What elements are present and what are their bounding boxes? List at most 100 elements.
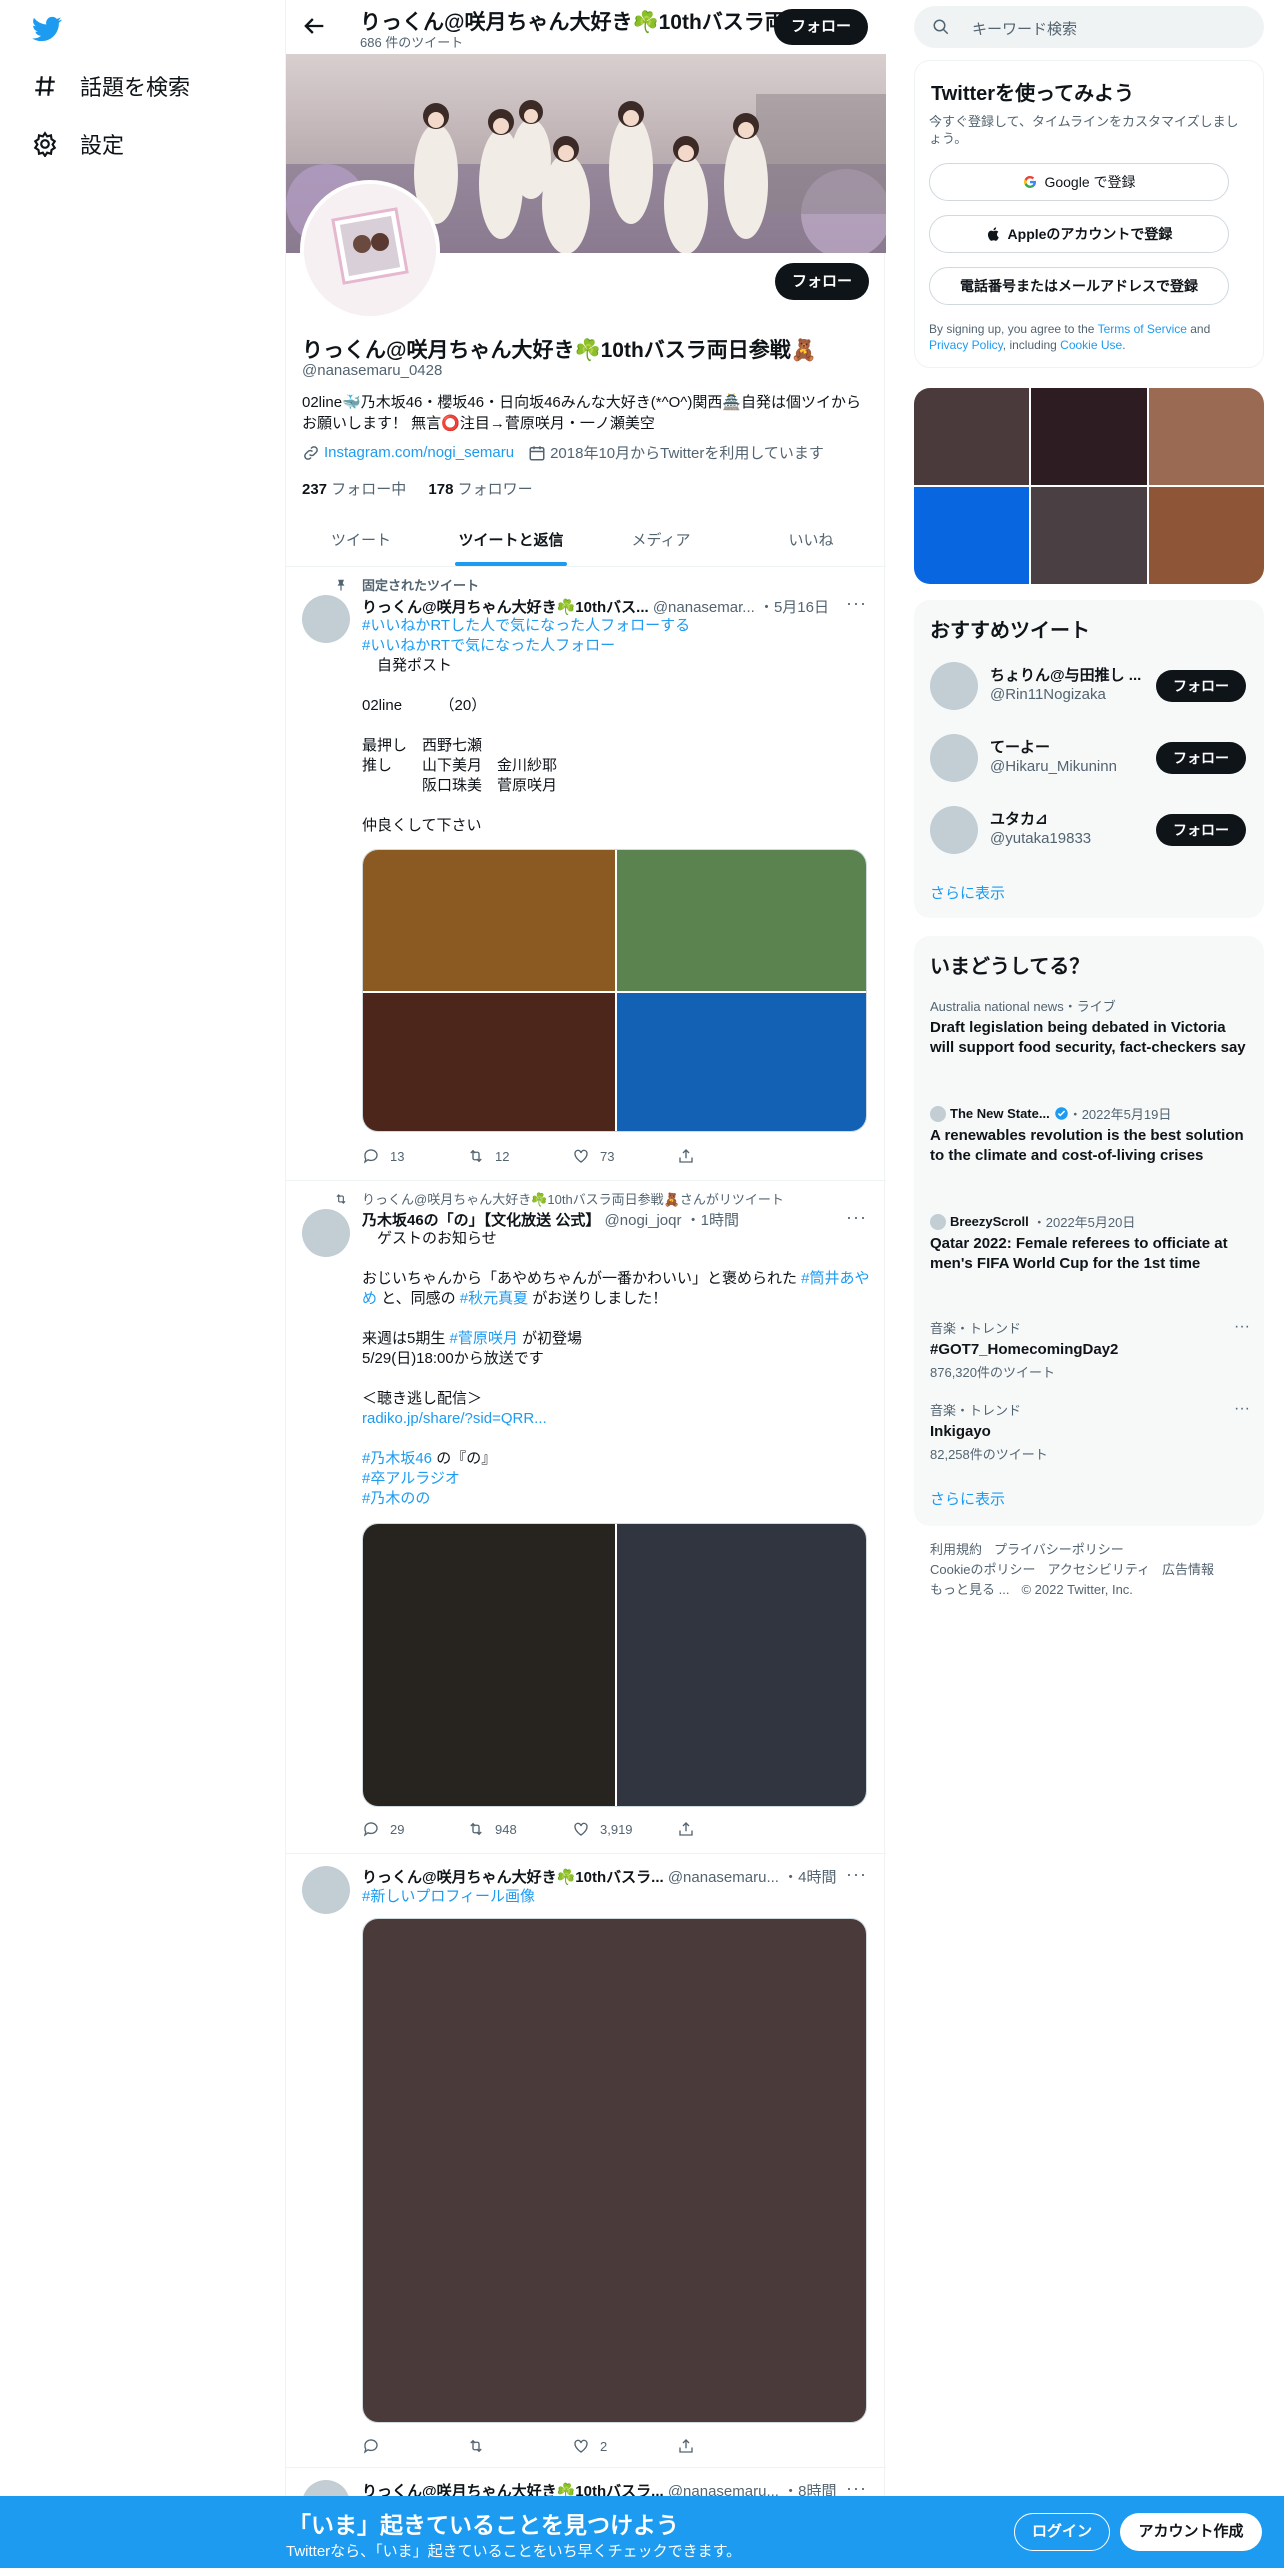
recommended-user[interactable]: ユタカ⊿ @yutaka19833 フォロー [930,802,1250,858]
like-button[interactable]: 2 [572,2437,677,2455]
google-signup-button[interactable]: Google で登録 [929,163,1229,201]
retweet-context-label[interactable]: りっくん@咲月ちゃん大好き☘️10thバスラ両日参戦🧸さんがリツイート [362,1189,784,1208]
more-options-icon[interactable]: ··· [846,1207,867,1228]
retweet-button[interactable] [467,2437,572,2455]
following-link[interactable]: 237 フォロー中 [302,481,406,498]
tweet-author-name[interactable]: 乃木坂46の「の」【文化放送 公式】 [362,1212,600,1229]
tweet-media[interactable] [362,1918,867,2423]
trend-item[interactable]: The New State... ・2022年5月19日 A renewables… [930,1104,1250,1166]
share-button[interactable] [677,2437,782,2455]
tweet-author-name[interactable]: りっくん@咲月ちゃん大好き☘️10thバスラ... [362,1869,664,1886]
tweet-profile-update[interactable]: りっくん@咲月ちゃん大好き☘️10thバスラ... @nanasemaru...… [286,1854,886,2468]
grid-photo[interactable] [1149,487,1264,584]
tweet-author-handle[interactable]: @nogi_joqr [605,1212,682,1229]
show-more-link[interactable]: さらに表示 [930,882,1005,903]
avatar[interactable] [930,734,978,782]
more-options-icon[interactable]: ··· [846,593,867,614]
tweet-media-grid[interactable] [362,1523,867,1807]
tweet-time[interactable]: ・4時間 [783,1869,836,1886]
tab-tweets-and-replies[interactable]: ツイートと返信 [436,514,586,566]
tweet-pinned[interactable]: 固定されたツイート りっくん@咲月ちゃん大好き☘️10thバス... @nana… [286,567,886,1181]
trend-item[interactable]: BreezyScroll ・2022年5月20日 Qatar 2022: Fema… [930,1212,1250,1274]
more-options-icon[interactable]: ··· [1234,1318,1250,1336]
tweet-media-grid[interactable] [362,849,867,1132]
share-button[interactable] [677,1147,782,1165]
tab-likes[interactable]: いいね [736,514,886,566]
media-image[interactable] [617,993,867,1132]
footer-accessibility[interactable]: アクセシビリティ [1047,1562,1150,1577]
grid-photo[interactable] [914,388,1029,485]
tweet-link[interactable]: radiko.jp/share/?sid=QRR... [362,1410,547,1427]
hashtag-link[interactable]: #乃木のの [362,1490,430,1507]
profile-follow-button[interactable]: フォロー [775,263,869,300]
like-button[interactable]: 3,919 [572,1820,677,1838]
tweet-retweeted[interactable]: りっくん@咲月ちゃん大好き☘️10thバスラ両日参戦🧸さんがリツイート 乃木坂4… [286,1181,886,1854]
nav-settings[interactable]: 設定 [32,128,124,160]
media-image[interactable] [363,850,615,991]
recommended-user[interactable]: ちょりん@与田推し ... @Rin11Nogizaka フォロー [930,658,1250,714]
back-arrow-icon[interactable] [300,12,328,40]
media-image[interactable] [617,850,867,991]
tweet-author-avatar[interactable] [302,1209,350,1257]
media-image[interactable] [363,1524,615,1807]
followers-link[interactable]: 178 フォロワー [428,481,532,498]
show-more-link[interactable]: さらに表示 [930,1488,1005,1509]
tab-tweets[interactable]: ツイート [286,514,436,566]
reply-button[interactable]: 29 [362,1820,467,1838]
grid-photo[interactable] [1031,388,1147,485]
cookie-link[interactable]: Cookie Use [1060,338,1122,352]
avatar[interactable] [930,806,978,854]
retweet-button[interactable]: 12 [467,1147,572,1165]
media-image[interactable] [617,1524,867,1807]
hashtag-link[interactable]: #秋元真夏 [460,1290,528,1307]
hashtag-link[interactable]: #いいねかRTした人で気になった人フォローする [362,617,690,634]
tweet-time[interactable]: ・1時間 [686,1212,739,1229]
nav-explore[interactable]: 話題を検索 [32,70,190,102]
reply-button[interactable] [362,2437,467,2455]
trend-item[interactable]: 音楽・トレンド Inkigayo 82,258件のツイート ··· [930,1400,1250,1463]
footer-terms[interactable]: 利用規約 [930,1542,982,1557]
grid-photo[interactable] [1149,388,1264,485]
twitter-logo-icon[interactable] [30,14,64,44]
recommended-user[interactable]: てーよー @Hikaru_Mikuninn フォロー [930,730,1250,786]
footer-privacy[interactable]: プライバシーポリシー [994,1542,1124,1557]
tweet-author-avatar[interactable] [302,1866,350,1914]
footer-ads[interactable]: 広告情報 [1162,1562,1214,1577]
footer-cookie[interactable]: Cookieのポリシー [930,1562,1035,1577]
apple-signup-button[interactable]: Appleのアカウントで登録 [929,215,1229,253]
like-button[interactable]: 73 [572,1147,677,1165]
hashtag-link[interactable]: #新しいプロフィール画像 [362,1888,535,1905]
grid-photo[interactable] [1031,487,1147,584]
follow-button[interactable]: フォロー [1156,814,1246,846]
hashtag-link[interactable]: #卒アルラジオ [362,1470,460,1487]
follow-button[interactable]: フォロー [1156,670,1246,702]
media-image[interactable] [363,993,615,1132]
signup-button[interactable]: アカウント作成 [1120,2513,1262,2551]
trend-item[interactable]: Australia national news・ライブ Draft legisl… [930,996,1250,1058]
phone-email-signup-button[interactable]: 電話番号またはメールアドレスで登録 [929,267,1229,305]
login-button[interactable]: ログイン [1014,2513,1110,2551]
tweet-author-name[interactable]: りっくん@咲月ちゃん大好き☘️10thバス... [362,599,649,616]
hashtag-link[interactable]: #菅原咲月 [450,1330,518,1347]
search-input[interactable]: キーワード検索 [914,6,1264,48]
footer-more[interactable]: もっと見る ... [930,1582,1009,1597]
reply-button[interactable]: 13 [362,1147,467,1165]
follow-button[interactable]: フォロー [1156,742,1246,774]
hashtag-link[interactable]: #乃木坂46 [362,1450,432,1467]
header-follow-button[interactable]: フォロー [774,9,868,45]
privacy-link[interactable]: Privacy Policy [929,338,1003,352]
hashtag-link[interactable]: #いいねかRTで気になった人フォロー [362,637,615,654]
terms-link[interactable]: Terms of Service [1098,322,1187,336]
tab-media[interactable]: メディア [586,514,736,566]
tweet-author-avatar[interactable] [302,595,350,643]
more-options-icon[interactable]: ··· [846,1864,867,1885]
tweet-author-handle[interactable]: @nanasemar... [653,599,755,616]
avatar[interactable] [930,662,978,710]
retweet-button[interactable]: 948 [467,1820,572,1838]
tweet-time[interactable]: ・5月16日 [759,599,829,616]
trend-item[interactable]: 音楽・トレンド #GOT7_HomecomingDay2 876,320件のツイ… [930,1318,1250,1381]
media-image[interactable] [363,1919,867,2423]
share-button[interactable] [677,1820,782,1838]
more-options-icon[interactable]: ··· [1234,1400,1250,1418]
tweet-author-handle[interactable]: @nanasemaru... [668,1869,779,1886]
